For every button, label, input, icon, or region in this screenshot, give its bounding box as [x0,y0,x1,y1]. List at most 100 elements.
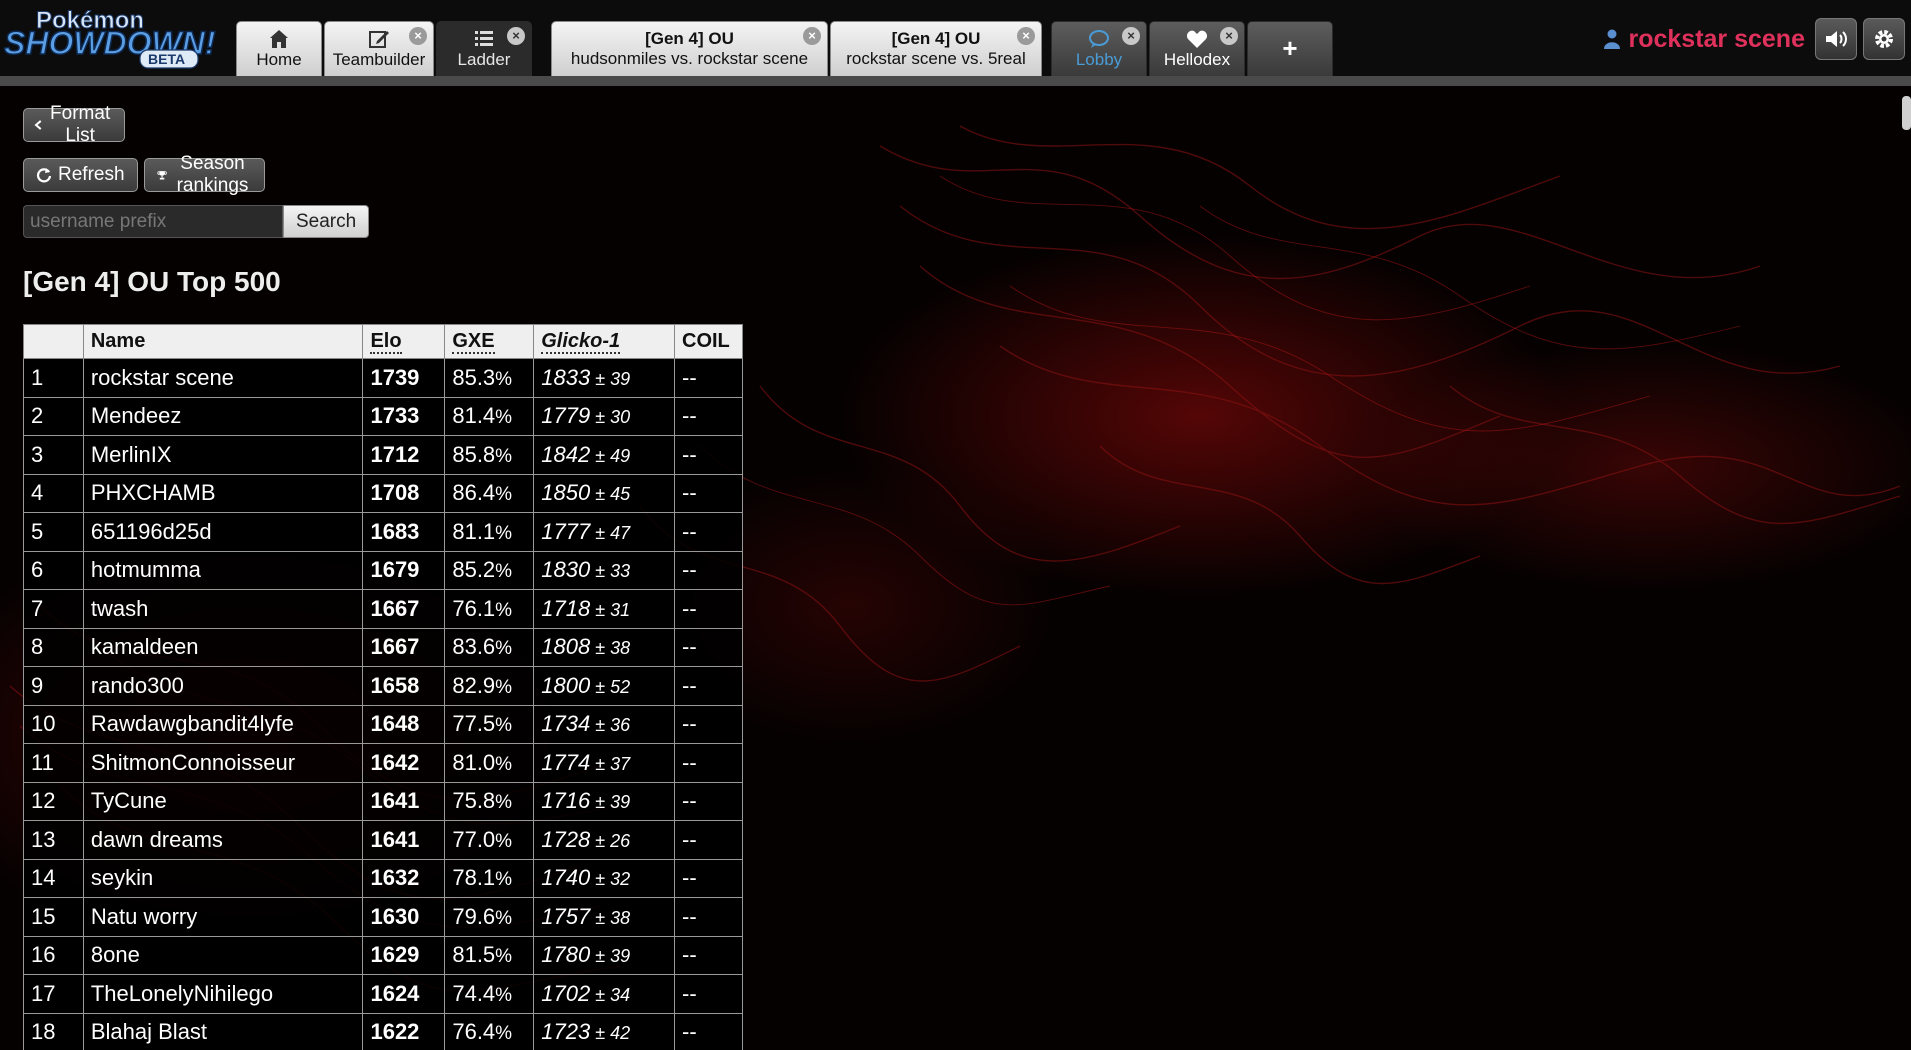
gxe-value: 86.4 [452,480,496,506]
glicko-deviation-sep: ± [590,522,611,543]
gear-icon [1875,30,1893,48]
sound-button[interactable] [1815,18,1857,60]
elo-cell: 1708 [362,473,446,513]
player-name-cell[interactable]: TyCune [82,781,364,821]
player-name-cell[interactable]: 8one [82,935,364,975]
tab-battle-1-close-icon[interactable]: × [803,27,821,45]
gxe-value: 79.6 [452,903,496,929]
plus-icon: + [1282,33,1298,63]
gxe-percent-sign: % [495,946,513,968]
player-name-cell[interactable]: ShitmonConnoisseur [82,743,364,783]
col-elo[interactable]: Elo [362,324,446,359]
gxe-value: 77.0 [452,826,496,852]
chat-icon [1089,30,1109,48]
player-name-cell[interactable]: Rawdawgbandit4lyfe [82,704,364,744]
player-name-cell[interactable]: seykin [82,858,364,898]
ladder-header-row: Name Elo GXE Glicko-1 COIL [23,324,743,359]
player-name-cell[interactable]: hotmumma [82,550,364,590]
player-name-cell[interactable]: twash [82,589,364,629]
glicko-cell: 1780 ± 39 [533,935,675,975]
username-prefix-input[interactable] [23,205,283,238]
table-row: 14 seykin 1632 78.1% 1740 ± 32 -- [23,858,743,898]
player-name-cell[interactable]: Blahaj Blast [82,1012,364,1050]
player-name-cell[interactable]: dawn dreams [82,820,364,860]
chevron-left-icon [34,120,42,130]
tab-home-label: Home [256,50,302,69]
format-list-button[interactable]: Format List [23,103,126,146]
scrollbar-thumb[interactable] [1902,96,1911,130]
player-name-cell[interactable]: 651196d25d [82,512,364,552]
tab-lobby-close-icon[interactable]: × [1122,27,1140,45]
rank-cell: 10 [23,704,84,744]
username-button[interactable]: rockstar scene [1604,25,1805,54]
glicko-cell: 1740 ± 32 [533,858,675,898]
gxe-cell: 76.4% [444,1012,535,1050]
glicko-deviation: 32 [610,869,631,890]
tab-lobby[interactable]: Lobby × [1051,21,1147,76]
tab-teambuilder[interactable]: Teambuilder × [324,21,434,76]
tab-battle-2-players: rockstar scene vs. 5real [846,49,1026,68]
refresh-button[interactable]: Refresh [23,158,138,192]
glicko-deviation: 52 [610,676,631,697]
gxe-cell: 77.0% [444,820,535,860]
gxe-percent-sign: % [495,1023,513,1045]
gxe-percent-sign: % [495,484,513,506]
tab-home[interactable]: Home [236,21,322,76]
rank-cell: 18 [23,1012,84,1050]
glicko-rating: 1779 [541,403,591,429]
gxe-value: 81.0 [452,749,496,775]
tab-battle-2[interactable]: [Gen 4] OU rockstar scene vs. 5real × [830,21,1042,76]
col-gxe[interactable]: GXE [444,324,535,359]
gxe-percent-sign: % [495,984,513,1006]
gxe-value: 77.5 [452,711,496,737]
tab-teambuilder-close-icon[interactable]: × [409,27,427,45]
glicko-deviation: 38 [610,638,631,659]
ladder-toolbar: Refresh Season rankings [23,153,266,196]
glicko-rating: 1774 [541,749,591,775]
season-rankings-button[interactable]: Season rankings [143,153,266,196]
coil-cell: -- [674,704,743,744]
new-tab-button[interactable]: + [1247,21,1333,76]
gxe-percent-sign: % [495,445,513,467]
player-name-cell[interactable]: kamaldeen [82,627,364,667]
player-name-cell[interactable]: Natu worry [82,897,364,937]
showdown-logo[interactable]: Pokémon SHOWDOWN! BETA [2,2,228,70]
glicko-deviation-sep: ± [590,561,611,582]
player-name-cell[interactable]: MerlinIX [82,435,364,475]
player-name-cell[interactable]: Mendeez [82,396,364,436]
col-glicko[interactable]: Glicko-1 [533,324,675,359]
glicko-rating: 1800 [541,672,591,698]
search-button[interactable]: Search [283,205,370,238]
coil-cell: -- [674,666,743,706]
settings-button[interactable] [1863,18,1905,60]
ladder-body: 1 rockstar scene 1739 85.3% 1833 ± 39 -- 2 Mend… [23,358,743,1050]
rank-cell: 6 [23,550,84,590]
player-name-cell[interactable]: PHXCHAMB [82,473,364,513]
tab-battle-2-close-icon[interactable]: × [1017,27,1035,45]
elo-cell: 1630 [362,897,446,937]
gxe-value: 83.6 [452,634,496,660]
top-header: Pokémon SHOWDOWN! BETA Home Teambuilder [0,0,1911,76]
tab-ladder-close-icon[interactable]: × [507,27,525,45]
tab-battle-1-players: hudsonmiles vs. rockstar scene [570,49,809,68]
glicko-deviation-sep: ± [590,445,611,466]
gxe-cell: 75.8% [444,781,535,821]
player-name-cell[interactable]: rando300 [82,666,364,706]
coil-cell: -- [674,1012,743,1050]
tab-hellodex-close-icon[interactable]: × [1220,27,1238,45]
coil-cell: -- [674,820,743,860]
table-row: 2 Mendeez 1733 81.4% 1779 ± 30 -- [23,396,743,436]
tab-ladder[interactable]: Ladder × [436,21,532,76]
glicko-deviation: 33 [610,561,631,582]
gxe-percent-sign: % [495,830,513,852]
col-name: Name [82,324,364,359]
table-row: 15 Natu worry 1630 79.6% 1757 ± 38 -- [23,897,743,937]
tab-lobby-label: Lobby [1075,50,1123,69]
player-name-cell[interactable]: rockstar scene [82,358,364,398]
tab-hellodex[interactable]: Hellodex × [1149,21,1245,76]
tab-battle-1[interactable]: [Gen 4] OU hudsonmiles vs. rockstar scen… [551,21,828,76]
gxe-value: 85.8 [452,441,496,467]
glicko-cell: 1779 ± 30 [533,396,675,436]
player-name-cell[interactable]: TheLonelyNihilego [82,974,364,1014]
glicko-deviation: 45 [610,484,631,505]
